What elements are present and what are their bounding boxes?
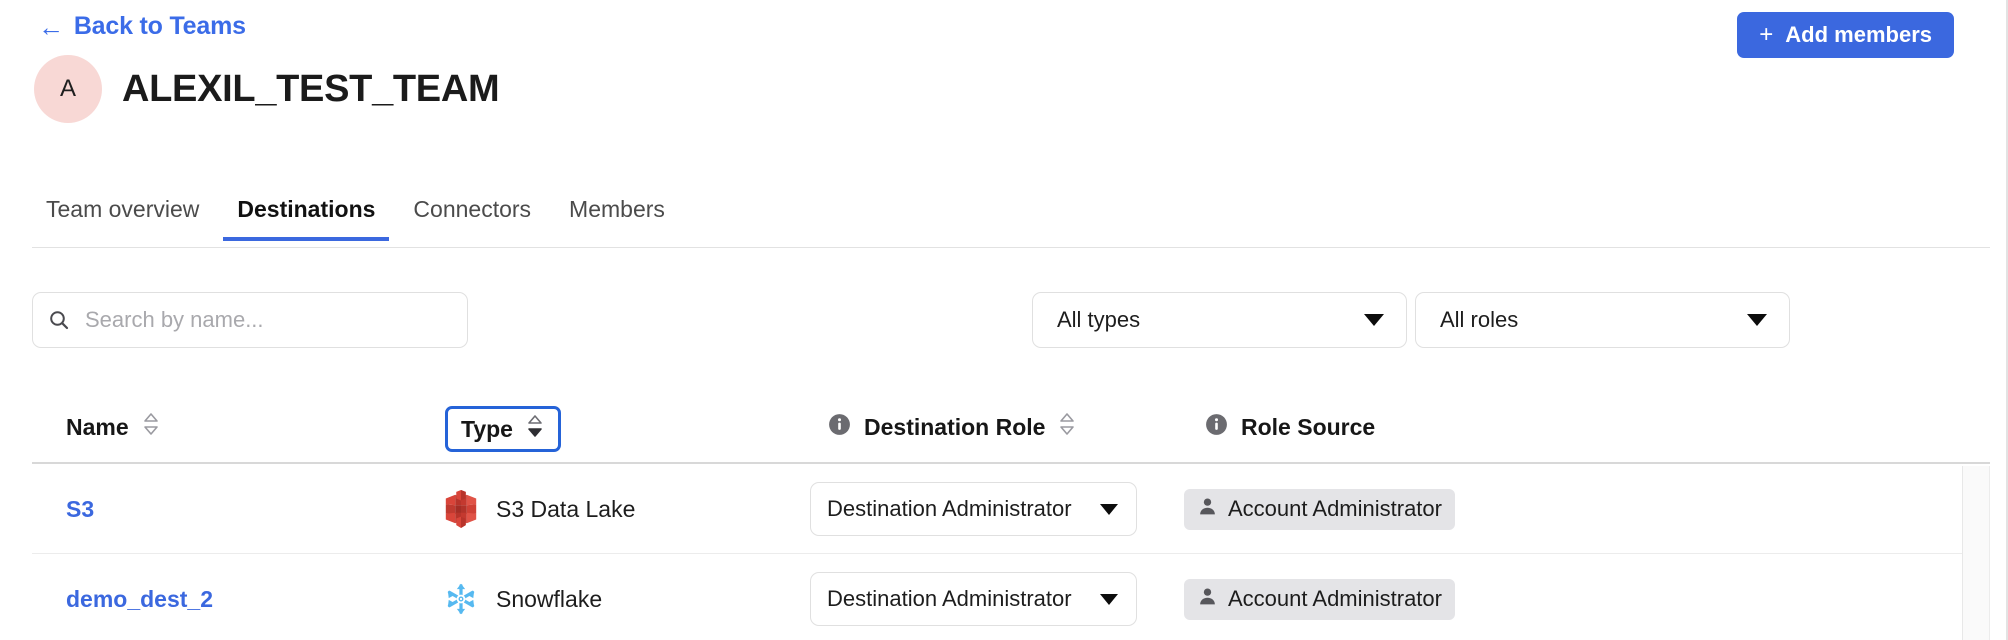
column-header-name-label: Name (66, 413, 129, 440)
column-header-name[interactable]: Name (66, 390, 161, 464)
search-box[interactable] (32, 292, 468, 348)
chevron-down-icon (1364, 314, 1384, 326)
destination-type-cell: S3 Data Lake (442, 464, 635, 554)
column-header-destination-role[interactable]: Destination Role (827, 390, 1077, 464)
filter-bar: All types All roles (32, 292, 1990, 348)
destination-role-value: Destination Administrator (827, 496, 1072, 521)
table-header-row: Name Type Destination Role Role Source (32, 390, 1990, 464)
pinned-column-strip (1962, 466, 1990, 640)
aws-s3-icon (442, 490, 480, 528)
type-filter-value: All types (1057, 307, 1141, 332)
plus-icon: + (1759, 21, 1774, 48)
role-source-label: Account Administrator (1228, 496, 1442, 521)
destination-type-label: Snowflake (496, 585, 603, 612)
column-header-type[interactable]: Type (445, 406, 561, 452)
search-icon (47, 308, 71, 332)
status-badge: Account Administrator (1184, 488, 1455, 530)
sort-icon (525, 413, 545, 445)
team-destinations-page: ← Back to Teams + Add members A ALEXIL_T… (0, 0, 2008, 640)
destination-role-cell: Destination Administrator (810, 554, 1137, 640)
team-header: A ALEXIL_TEST_TEAM (34, 55, 500, 123)
tab-team-overview[interactable]: Team overview (32, 196, 213, 239)
add-members-label: Add members (1785, 22, 1932, 47)
back-to-teams-label: Back to Teams (73, 12, 246, 40)
destination-role-value: Destination Administrator (827, 586, 1072, 611)
role-source-cell: Account Administrator (1184, 554, 1455, 640)
tab-connectors[interactable]: Connectors (399, 196, 545, 239)
table-body: S3 S3 Data Lake Destination Administrato… (32, 464, 1990, 640)
role-filter-value: All roles (1440, 307, 1519, 332)
role-source-cell: Account Administrator (1184, 464, 1455, 554)
chevron-down-icon (1100, 503, 1118, 515)
avatar-initial: A (59, 75, 76, 102)
tab-destinations[interactable]: Destinations (223, 196, 390, 241)
person-icon (1197, 496, 1218, 523)
destination-type-label: S3 Data Lake (496, 495, 636, 522)
info-icon (1204, 412, 1229, 443)
type-filter-select[interactable]: All types (1032, 292, 1407, 348)
search-input[interactable] (83, 306, 453, 334)
column-header-role-source-label: Role Source (1241, 413, 1376, 440)
snowflake-icon (442, 580, 480, 618)
destination-role-cell: Destination Administrator (810, 464, 1137, 554)
destination-type-cell: Snowflake (442, 554, 602, 640)
tab-members[interactable]: Members (555, 196, 679, 239)
page-title: ALEXIL_TEST_TEAM (122, 67, 500, 110)
tab-bar: Team overview Destinations Connectors Me… (32, 196, 1990, 248)
table-row: demo_dest_2 Snowflake Destination Admini… (32, 554, 1990, 640)
destinations-table: Name Type Destination Role Role Source S… (32, 390, 1990, 640)
chevron-down-icon (1747, 314, 1767, 326)
arrow-left-icon: ← (38, 11, 64, 42)
sort-icon (141, 411, 161, 443)
destination-role-select[interactable]: Destination Administrator (810, 572, 1137, 626)
chevron-down-icon (1100, 593, 1118, 605)
destination-name-link[interactable]: demo_dest_2 (66, 554, 213, 640)
info-icon (827, 412, 852, 443)
role-source-label: Account Administrator (1228, 586, 1442, 611)
table-row: S3 S3 Data Lake Destination Administrato… (32, 464, 1990, 554)
person-icon (1197, 586, 1218, 613)
role-filter-select[interactable]: All roles (1415, 292, 1790, 348)
add-members-button[interactable]: + Add members (1737, 12, 1954, 58)
column-header-role-source: Role Source (1204, 390, 1375, 464)
destination-role-select[interactable]: Destination Administrator (810, 482, 1137, 536)
back-to-teams-link[interactable]: ← Back to Teams (38, 12, 246, 41)
sort-icon (1057, 411, 1077, 443)
column-header-destination-role-label: Destination Role (864, 413, 1046, 440)
status-badge: Account Administrator (1184, 578, 1455, 620)
avatar: A (34, 55, 102, 123)
destination-name-link[interactable]: S3 (66, 464, 94, 554)
column-header-type-label: Type (461, 415, 513, 442)
